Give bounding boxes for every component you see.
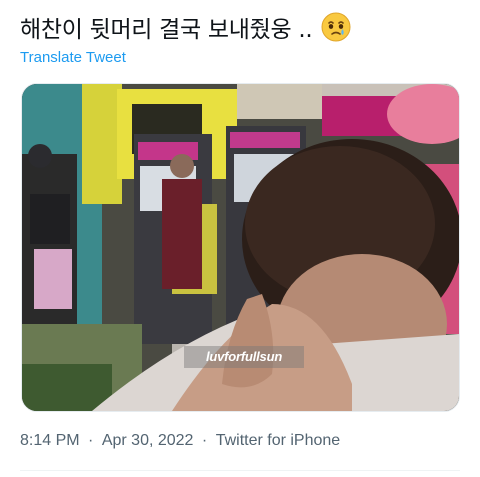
tweet-photo[interactable]: luvforfullsun (21, 83, 460, 412)
tweet-meta: 8:14 PM · Apr 30, 2022 · Twitter for iPh… (20, 432, 340, 450)
meta-separator: · (201, 432, 208, 449)
tweet-time[interactable]: 8:14 PM (20, 432, 80, 450)
translate-tweet-link[interactable]: Translate Tweet (20, 49, 126, 66)
divider (20, 470, 460, 471)
watermark-text: luvforfullsun (184, 346, 304, 368)
tweet-date[interactable]: Apr 30, 2022 (102, 432, 194, 450)
face-holding-back-tears-icon (320, 11, 352, 43)
tweet-source-link[interactable]: Twitter for iPhone (216, 432, 341, 450)
meta-separator: · (88, 432, 94, 449)
tweet-body: 해찬이 뒷머리 결국 보내줬웅 .. (20, 17, 313, 43)
tweet-text: 해찬이 뒷머리 결국 보내줬웅 .. (20, 10, 352, 44)
